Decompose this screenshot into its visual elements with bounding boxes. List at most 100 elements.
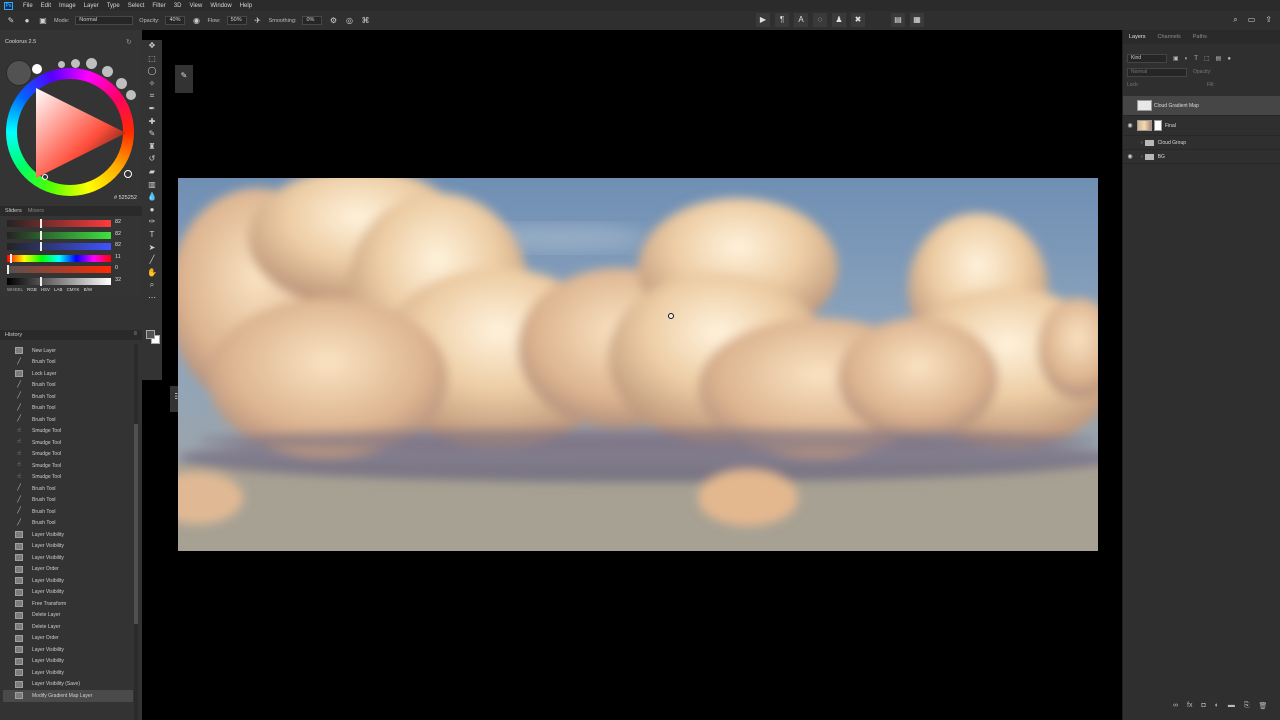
history-item[interactable]: ☝ Smudge Tool (3, 472, 133, 484)
history-item[interactable]: ╱ Brush Tool (3, 403, 133, 415)
foreground-color-swatch[interactable] (146, 330, 155, 339)
menu-edit[interactable]: Edit (37, 3, 55, 9)
share-icon[interactable]: ⇪ (1265, 15, 1272, 25)
slider-handle[interactable] (40, 276, 43, 286)
hand-tool-icon[interactable]: ✋ (142, 267, 162, 280)
history-item[interactable]: ╱ Brush Tool (3, 391, 133, 403)
brush-preset-dot[interactable] (58, 61, 65, 68)
layer-row[interactable]: ◉ Final (1123, 116, 1280, 136)
quick-select-tool-icon[interactable]: ✧ (142, 78, 162, 91)
dodge-tool-icon[interactable]: ● (142, 204, 162, 217)
pen-tool-icon[interactable]: ✑ (142, 216, 162, 229)
menu-select[interactable]: Select (124, 3, 149, 9)
menu-file[interactable]: File (19, 3, 37, 9)
stamp-tool-icon[interactable]: ♜ (142, 141, 162, 154)
photoshop-logo-icon[interactable]: Ps (4, 1, 13, 10)
menu-window[interactable]: Window (206, 3, 235, 9)
smoothing-field[interactable]: 0% (302, 16, 323, 25)
tools-icon[interactable]: ✖ (851, 13, 865, 27)
path-select-tool-icon[interactable]: ➤ (142, 242, 162, 255)
brush-icon[interactable]: ✎ (175, 65, 193, 87)
history-item[interactable]: Layer Order (3, 564, 133, 576)
eyedropper-tool-icon[interactable]: ✒ (142, 103, 162, 116)
mode-wheel[interactable]: WHEEL (7, 287, 23, 292)
menu-help[interactable]: Help (236, 3, 256, 9)
tab-mixers[interactable]: Mixers (28, 208, 44, 214)
tab-paths[interactable]: Paths (1193, 34, 1207, 40)
move-tool-icon[interactable]: ✥ (142, 40, 162, 53)
tab-sliders[interactable]: Sliders (5, 208, 22, 214)
layer-row[interactable]: ◉ › BG (1123, 150, 1280, 164)
history-item[interactable]: Layer Visibility (3, 667, 133, 679)
mode-select[interactable]: Normal (75, 16, 134, 25)
new-layer-icon[interactable]: ⎘ (1244, 702, 1250, 710)
color-slider[interactable] (7, 253, 111, 263)
menu-3d[interactable]: 3D (170, 3, 186, 9)
mode-rgb[interactable]: RGB (27, 287, 37, 292)
target-icon[interactable]: ◌ (813, 13, 827, 27)
search-icon[interactable]: ⌕ (1233, 15, 1237, 25)
fx-icon[interactable]: fx (1187, 702, 1192, 710)
layer-row[interactable]: › Cloud Group (1123, 136, 1280, 150)
history-item[interactable]: Layer Visibility (3, 541, 133, 553)
blend-mode-select[interactable]: Normal (1127, 68, 1187, 77)
workspace-icon[interactable]: ▭ (1248, 15, 1256, 25)
zoom-tool-icon[interactable]: ⌕ (142, 279, 162, 292)
menu-layer[interactable]: Layer (80, 3, 103, 9)
filter-pixel-icon[interactable]: ▣ (1173, 55, 1179, 62)
mode-cmyk[interactable]: CMYK (67, 287, 80, 292)
filter-toggle-icon[interactable]: ● (1227, 56, 1231, 62)
history-item[interactable]: ╱ Brush Tool (3, 495, 133, 507)
panel-icon[interactable]: ▤ (891, 13, 905, 27)
opacity-field[interactable]: 40% (165, 16, 186, 25)
color-picker-ring[interactable] (42, 174, 48, 180)
history-item[interactable]: Layer Visibility (3, 587, 133, 599)
airbrush-icon[interactable]: ✈ (253, 16, 263, 26)
gradient-tool-icon[interactable]: ▥ (142, 179, 162, 192)
type-tool-icon[interactable]: T (142, 229, 162, 242)
layer-mask-thumbnail[interactable] (1154, 120, 1162, 131)
visibility-eye-icon[interactable]: ◉ (1123, 153, 1137, 160)
history-item[interactable]: ╱ Brush Tool (3, 506, 133, 518)
tab-channels[interactable]: Channels (1158, 34, 1181, 40)
crop-tool-icon[interactable]: ⌗ (142, 90, 162, 103)
history-item[interactable]: ☝ Smudge Tool (3, 449, 133, 461)
slider-value[interactable]: 0 (115, 265, 118, 271)
brush-preset-dot[interactable] (71, 59, 80, 68)
menu-view[interactable]: View (185, 3, 206, 9)
history-item[interactable]: ☝ Smudge Tool (3, 437, 133, 449)
history-item[interactable]: ╱ Brush Tool (3, 483, 133, 495)
filter-type-icon[interactable]: T (1194, 56, 1198, 62)
filter-smart-icon[interactable]: ▤ (1216, 55, 1222, 62)
marquee-tool-icon[interactable]: ⬚ (142, 53, 162, 66)
refresh-icon[interactable]: ↻ (126, 38, 132, 46)
history-item[interactable]: Delete Layer (3, 621, 133, 633)
group-expand-icon[interactable]: › (1141, 154, 1143, 160)
history-item[interactable]: Layer Visibility (3, 644, 133, 656)
lasso-tool-icon[interactable]: ◯ (142, 65, 162, 78)
color-slider[interactable] (7, 219, 111, 228)
history-item[interactable]: ☝ Smudge Tool (3, 460, 133, 472)
healing-tool-icon[interactable]: ✚ (142, 116, 162, 129)
history-item[interactable]: Layer Visibility (3, 575, 133, 587)
panel-menu-icon[interactable]: ≡ (133, 331, 137, 337)
history-item[interactable]: Layer Order (3, 633, 133, 645)
history-item[interactable]: Modify Gradient Map Layer (3, 690, 133, 702)
brush-settings-icon[interactable]: ▣ (38, 16, 48, 26)
slider-handle[interactable] (10, 253, 13, 263)
person-icon[interactable]: ♟ (832, 13, 846, 27)
slider-value[interactable]: 82 (115, 242, 121, 248)
history-scrollbar[interactable] (134, 344, 138, 720)
color-slider[interactable] (7, 242, 111, 251)
group-expand-icon[interactable]: › (1141, 140, 1143, 146)
tab-layers[interactable]: Layers (1129, 34, 1146, 40)
history-item[interactable]: Layer Visibility (3, 552, 133, 564)
more-tools-icon[interactable]: ⋯ (142, 292, 162, 305)
filter-shape-icon[interactable]: ⬚ (1204, 55, 1210, 62)
pressure-size-icon[interactable]: ◎ (344, 16, 354, 26)
slider-value[interactable]: 11 (115, 254, 121, 260)
adjustment-icon[interactable]: ◐ (1215, 702, 1219, 710)
link-icon[interactable]: ∞ (1173, 702, 1178, 710)
symmetry-icon[interactable]: ⌘ (360, 16, 370, 26)
history-item[interactable]: Layer Visibility (Save) (3, 679, 133, 691)
